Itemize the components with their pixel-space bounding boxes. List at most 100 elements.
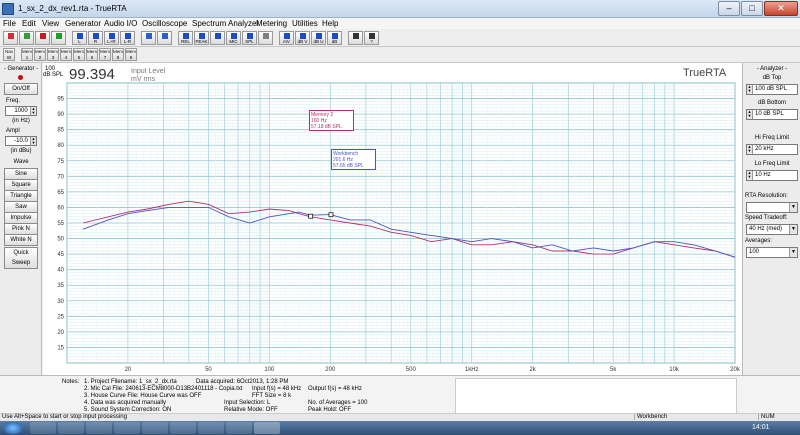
taskbar-app-icon[interactable] [58,422,84,434]
maximize-button[interactable]: □ [741,1,763,16]
memory-button-0[interactable]: Nav W [3,48,15,61]
toolbar-button-12[interactable] [210,31,225,45]
y-tick-label: 40 [57,268,64,274]
menu-edit[interactable]: Edit [22,19,36,28]
db-bottom-input[interactable]: ▲ ▼ 10 dB SPL [746,109,798,120]
memory-button-label: Mem 2 [35,49,45,60]
toolbar-button-3[interactable] [51,31,66,45]
spin-arrows-icon[interactable]: ▲ ▼ [747,171,753,180]
y-tick-label: 70 [57,174,64,180]
toolbar-button-label: L+R [107,39,116,44]
taskbar-app-icon[interactable] [114,422,140,434]
memory-button-6[interactable]: Mem 6 [86,48,98,61]
toolbar-button-10[interactable]: REL [178,31,193,45]
toolbar-button-17[interactable]: dB V [295,31,310,45]
menu-oscilloscope[interactable]: Oscilloscope [142,19,187,28]
window-title: 1_sx_2_dx_rev1.rta - TrueRTA [18,4,127,13]
taskbar-app-icon[interactable] [198,422,224,434]
chevron-down-icon[interactable]: ▼ [789,203,797,212]
hi-freq-input[interactable]: ▲ ▼ 20 kHz [746,144,798,155]
freq-input[interactable]: 1000 ▲ ▼ [5,106,37,116]
generator-onoff-button[interactable]: On/Off [4,83,38,95]
toolbar-button-13[interactable]: MIC CAL [226,31,241,45]
taskbar-app-icon[interactable] [254,422,280,434]
toolbar-button-6[interactable]: L+R [104,31,119,45]
toolbar-button-2[interactable] [35,31,50,45]
taskbar-app-icon[interactable] [86,422,112,434]
memory-button-label: Mem 5 [74,49,84,60]
start-button[interactable] [4,422,22,434]
spin-arrows-icon[interactable]: ▲ ▼ [747,85,753,94]
memory-button-3[interactable]: Mem 3 [47,48,59,61]
menu-utilities[interactable]: Utilities [292,19,318,28]
lo-freq-input[interactable]: ▲ ▼ 10 Hz [746,170,798,181]
freq-label: Freq. [6,98,21,104]
spin-arrows-icon[interactable]: ▲ ▼ [747,145,753,154]
minimize-button[interactable]: – [718,1,740,16]
taskbar-app-icon[interactable] [170,422,196,434]
chevron-down-icon[interactable]: ▼ [789,248,797,257]
taskbar-app-icon[interactable] [226,422,252,434]
x-tick-label: 500 [406,367,417,373]
toolbar-button-19[interactable]: dB SPL [327,31,342,45]
spin-arrows-icon[interactable]: ▲ ▼ [30,107,36,115]
memory-button-4[interactable]: Mem 4 [60,48,72,61]
quick-sweep-button[interactable]: Quick Sweep [4,247,38,269]
y-tick-label: 80 [57,143,64,149]
memory-button-2[interactable]: Mem 2 [34,48,46,61]
ampl-input[interactable]: -10.0 ▲ ▼ [5,136,37,146]
menu-spectrum-analyzer[interactable]: Spectrum Analyzer [192,19,259,28]
x-tick-label: 2k [529,367,536,373]
memory-button-1[interactable]: Mem 1 [21,48,33,61]
close-button[interactable]: ✕ [764,1,798,16]
menu-view[interactable]: View [42,19,59,28]
db-top-input[interactable]: ▲ ▼ 100 dB SPL [746,84,798,95]
note-line-2: 2. Mic Cal File: 240613-ECM8000-D13B2401… [84,386,243,392]
toolbar-button-7[interactable]: L-R [120,31,135,45]
db-top-label: dB Top [762,75,782,81]
level-readout: 99.394 [69,66,115,83]
menu-file[interactable]: File [3,19,16,28]
menu-audio-io[interactable]: Audio I/O [104,19,137,28]
toolbar-button-15[interactable] [258,31,273,45]
x-tick-label: 100 [264,367,275,373]
hi-freq-label: Hi Freq Limit [754,135,789,141]
averages-select[interactable]: 100 ▼ [746,247,798,258]
analyzer-title: - Analyzer - [756,66,788,72]
toolbar-button-11[interactable]: PEAK HOLD [194,31,209,45]
y-tick-label: 95 [57,97,64,103]
rta-resolution-select[interactable]: ▼ [746,202,798,213]
spin-arrows-icon[interactable]: ▲ ▼ [747,110,753,119]
spin-arrows-icon[interactable]: ▲ ▼ [30,137,36,145]
lo-freq-label: Lo Freq Limit [754,161,790,167]
toolbar-button-1[interactable] [19,31,34,45]
memory-button-9[interactable]: Mem 9 [125,48,137,61]
speed-tradeoff-select[interactable]: 40 Hz (med) ▼ [746,224,798,235]
toolbar-button-20[interactable] [348,31,363,45]
wave-white-noise-button[interactable]: White N [4,234,38,246]
toolbar-button-21[interactable]: ? [364,31,379,45]
memory-button-5[interactable]: Mem 5 [73,48,85,61]
menu-bar: File Edit View Generator Audio I/O Oscil… [0,18,800,29]
toolbar-button-16[interactable]: mV [279,31,294,45]
y-tick-label: 75 [57,159,64,165]
chevron-down-icon[interactable]: ▼ [789,225,797,234]
title-bar: 1_sx_2_dx_rev1.rta - TrueRTA – □ ✕ [0,0,800,18]
toolbar-button-label: R [93,39,98,44]
menu-help[interactable]: Help [322,19,338,28]
cursor-marker-1 [328,212,334,218]
toolbar-button-18[interactable]: dB U [311,31,326,45]
memory-button-8[interactable]: Mem 8 [112,48,124,61]
taskbar-app-icon[interactable] [142,422,168,434]
menu-generator[interactable]: Generator [65,19,101,28]
taskbar-app-icon[interactable] [30,422,56,434]
toolbar-button-0[interactable] [3,31,18,45]
toolbar-button-9[interactable] [157,31,172,45]
menu-metering[interactable]: Metering [256,19,287,28]
toolbar-button-5[interactable]: R [88,31,103,45]
toolbar-button-8[interactable] [141,31,156,45]
toolbar-button-4[interactable]: L [72,31,87,45]
toolbar-button-14[interactable]: SPL [242,31,257,45]
toolbar-button-label: dB V [297,39,308,44]
memory-button-7[interactable]: Mem 7 [99,48,111,61]
